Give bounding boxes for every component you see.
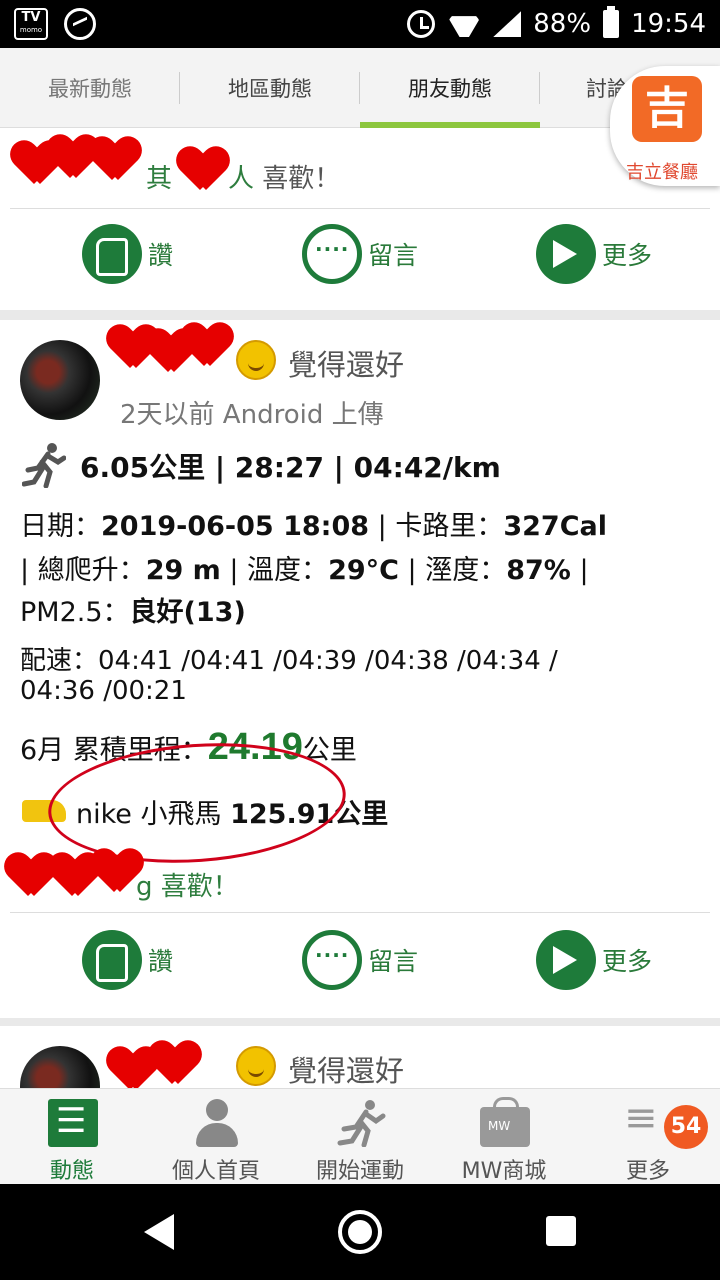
detail-line-1: 日期：2019-06-05 18:08 | 卡路里：327Cal: [20, 511, 607, 542]
back-icon[interactable]: [144, 1214, 174, 1250]
tab-latest[interactable]: 最新動態: [0, 48, 180, 128]
recents-icon[interactable]: [546, 1216, 576, 1246]
arrow-right-icon: [536, 930, 596, 990]
avatar[interactable]: [20, 340, 100, 420]
heart-icon: [90, 138, 140, 184]
detail-line-2: | 總爬升：29 m | 溫度：29°C | 溼度：87% |: [20, 555, 589, 586]
like-button[interactable]: 讚: [82, 224, 173, 284]
pace-line-2: 04:36 /00:21: [20, 676, 187, 706]
restaurant-logo-icon: 吉: [632, 76, 702, 142]
person-icon: [192, 1099, 242, 1147]
action-row: 讚 留言 更多: [0, 930, 720, 1000]
nav-profile[interactable]: 個人首頁: [144, 1089, 288, 1185]
restaurant-promo-badge[interactable]: 吉 吉立餐廳: [610, 66, 720, 186]
heart-icon: [150, 1042, 200, 1088]
divider: [10, 208, 710, 209]
alarm-icon: [407, 10, 436, 38]
pace-line-1: 配速：04:41 /04:41 /04:39 /04:38 /04:34 /: [20, 646, 558, 676]
heart-icon: [92, 850, 142, 896]
heart-icon: [178, 148, 228, 194]
comment-icon: [302, 930, 362, 990]
nav-feed[interactable]: 動態: [0, 1089, 144, 1185]
app-screen: TV momo 88% 19:54 最新動態 地區動態 朋友動態 討論 其人 喜歡…: [0, 0, 720, 1280]
nav-more[interactable]: 54 更多: [576, 1089, 720, 1185]
list-icon: [48, 1099, 98, 1147]
run-summary: 6.05公里 | 28:27 | 04:42/km: [80, 451, 501, 484]
more-button[interactable]: 更多: [536, 930, 652, 990]
more-button[interactable]: 更多: [536, 224, 652, 284]
running-icon: [22, 443, 66, 488]
tab-friends[interactable]: 朋友動態: [360, 48, 540, 128]
mood-text: 覺得還好: [288, 348, 405, 382]
feed-card-2: 覺得還好 2天以前 Android 上傳 6.05公里 | 28:27 | 04…: [0, 320, 720, 1018]
restaurant-label: 吉立餐廳: [626, 162, 698, 183]
divider: [10, 912, 710, 913]
shopping-bag-icon: [480, 1097, 530, 1147]
mood-smiley-icon: [236, 340, 276, 380]
clock: 19:54: [631, 9, 706, 39]
detail-line-3: PM2.5：良好(13): [20, 597, 246, 628]
like-button[interactable]: 讚: [82, 930, 173, 990]
comment-button[interactable]: 留言: [302, 930, 418, 990]
avatar[interactable]: [20, 1046, 100, 1088]
comment-icon: [302, 224, 362, 284]
heart-icon: [182, 324, 232, 370]
signal-icon: [493, 11, 522, 37]
likes-summary: g 喜歡！: [136, 872, 239, 902]
notification-badge: 54: [664, 1105, 708, 1149]
post-meta: 2天以前 Android 上傳: [120, 400, 384, 430]
action-row: 讚 留言 更多: [0, 224, 720, 294]
messenger-icon: [64, 8, 96, 40]
mood-text: 覺得還好: [288, 1054, 405, 1088]
thumb-up-icon: [82, 930, 142, 990]
system-nav-bar: [0, 1184, 720, 1280]
battery-percent: 88%: [533, 9, 592, 39]
arrow-right-icon: [536, 224, 596, 284]
feed-card-1: 其人 喜歡！ 讚 留言 更多: [0, 128, 720, 310]
thumb-up-icon: [82, 224, 142, 284]
comment-button[interactable]: 留言: [302, 224, 418, 284]
feed-card-3: 覺得還好: [0, 1026, 720, 1088]
home-icon[interactable]: [338, 1210, 382, 1254]
wifi-icon: [447, 11, 481, 37]
battery-icon: [603, 6, 620, 38]
nav-shop[interactable]: MW商城: [432, 1089, 576, 1185]
mood-smiley-icon: [236, 1046, 276, 1086]
status-bar: TV momo 88% 19:54: [0, 0, 720, 48]
tv-app-icon: TV momo: [14, 8, 48, 40]
bottom-nav: 動態 個人首頁 開始運動 MW商城 54 更多: [0, 1088, 720, 1184]
tab-local[interactable]: 地區動態: [180, 48, 360, 128]
nav-start-workout[interactable]: 開始運動: [288, 1089, 432, 1185]
running-icon: [337, 1100, 386, 1147]
